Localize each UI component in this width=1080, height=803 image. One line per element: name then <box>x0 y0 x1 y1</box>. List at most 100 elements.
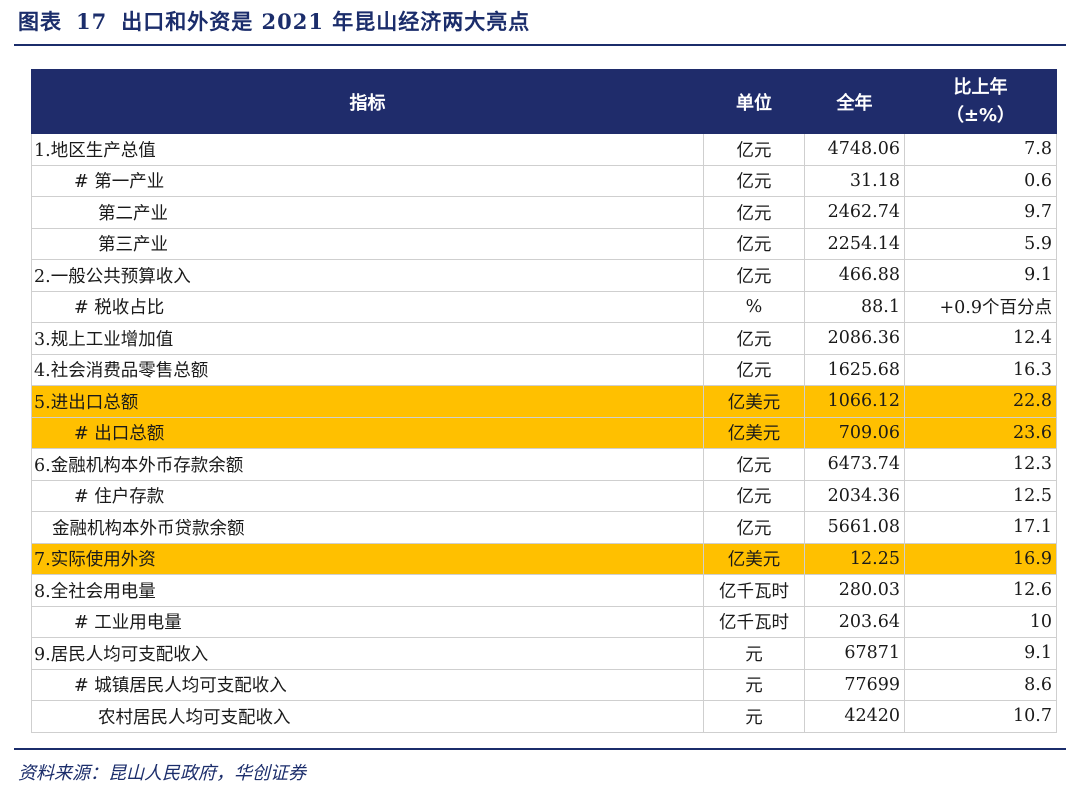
header-unit: 单位 <box>703 69 805 134</box>
row-value: 88.1 <box>804 290 905 323</box>
row-name: 7.实际使用外资 <box>31 542 704 575</box>
row-name: # 城镇居民人均可支配收入 <box>31 668 704 701</box>
row-unit: 亿元 <box>703 322 805 355</box>
header-change-line2: （±%） <box>945 104 1016 126</box>
header-year: 全年 <box>804 69 905 134</box>
table-row: 8.全社会用电量 亿千瓦时 280.03 12.6 <box>31 574 1057 607</box>
figure-label: 图表 <box>18 9 62 34</box>
table-row-highlighted: 7.实际使用外资 亿美元 12.25 16.9 <box>31 542 1057 575</box>
row-change: 8.6 <box>904 668 1057 701</box>
table-row: 9.居民人均可支配收入 元 67871 9.1 <box>31 637 1057 670</box>
row-name: 4.社会消费品零售总额 <box>31 353 704 386</box>
figure-number: 17 <box>76 9 108 34</box>
source-divider <box>14 748 1066 750</box>
row-value: 31.18 <box>804 164 905 197</box>
row-name: 第二产业 <box>31 196 704 229</box>
row-change: 9.7 <box>904 196 1057 229</box>
row-value: 2034.36 <box>804 479 905 512</box>
header-change: 比上年 （±%） <box>904 69 1057 134</box>
row-change: 10 <box>904 605 1057 638</box>
header-indicator: 指标 <box>31 69 704 134</box>
row-unit: 亿元 <box>703 196 805 229</box>
row-name: 6.金融机构本外币存款余额 <box>31 448 704 481</box>
row-unit: 亿元 <box>703 164 805 197</box>
table-row: # 税收占比 % 88.1 +0.9个百分点 <box>31 290 1057 323</box>
row-name: 农村居民人均可支配收入 <box>31 700 704 733</box>
table-row: # 住户存款 亿元 2034.36 12.5 <box>31 479 1057 512</box>
row-name: 9.居民人均可支配收入 <box>31 637 704 670</box>
figure-caption: 出口和外资是 2021 年昆山经济两大亮点 <box>121 9 531 34</box>
row-name: 3.规上工业增加值 <box>31 322 704 355</box>
row-name: # 住户存款 <box>31 479 704 512</box>
table-row: 第二产业 亿元 2462.74 9.7 <box>31 196 1057 229</box>
table-row: 农村居民人均可支配收入 元 42420 10.7 <box>31 700 1057 733</box>
table-row: # 第一产业 亿元 31.18 0.6 <box>31 164 1057 197</box>
row-unit: 亿美元 <box>703 542 805 575</box>
row-unit: % <box>703 290 805 323</box>
row-name: # 出口总额 <box>31 416 704 449</box>
table-row: 2.一般公共预算收入 亿元 466.88 9.1 <box>31 259 1057 292</box>
table-row: 3.规上工业增加值 亿元 2086.36 12.4 <box>31 322 1057 355</box>
row-unit: 元 <box>703 700 805 733</box>
table-row-highlighted: 5.进出口总额 亿美元 1066.12 22.8 <box>31 385 1057 418</box>
row-change: 17.1 <box>904 511 1057 544</box>
row-value: 77699 <box>804 668 905 701</box>
row-change: 9.1 <box>904 637 1057 670</box>
economic-indicators-table: 指标 单位 全年 比上年 （±%） 1.地区生产总值 亿元 4748.06 7.… <box>31 69 1057 733</box>
row-change: 23.6 <box>904 416 1057 449</box>
row-unit: 亿元 <box>703 133 805 166</box>
table-header-row: 指标 单位 全年 比上年 （±%） <box>31 69 1057 134</box>
row-name: 金融机构本外币贷款余额 <box>31 511 704 544</box>
row-change: 5.9 <box>904 227 1057 260</box>
title-divider <box>14 44 1066 46</box>
row-value: 1625.68 <box>804 353 905 386</box>
row-value: 2254.14 <box>804 227 905 260</box>
row-value: 2086.36 <box>804 322 905 355</box>
row-unit: 亿元 <box>703 448 805 481</box>
row-unit: 元 <box>703 668 805 701</box>
row-name: 8.全社会用电量 <box>31 574 704 607</box>
row-change: 22.8 <box>904 385 1057 418</box>
row-name: # 税收占比 <box>31 290 704 323</box>
row-value: 280.03 <box>804 574 905 607</box>
row-unit: 亿元 <box>703 259 805 292</box>
row-value: 709.06 <box>804 416 905 449</box>
row-unit: 亿千瓦时 <box>703 574 805 607</box>
table-row: # 工业用电量 亿千瓦时 203.64 10 <box>31 605 1057 638</box>
row-change: 7.8 <box>904 133 1057 166</box>
row-name: # 第一产业 <box>31 164 704 197</box>
row-name: 1.地区生产总值 <box>31 133 704 166</box>
table-row: 第三产业 亿元 2254.14 5.9 <box>31 227 1057 260</box>
row-change: 10.7 <box>904 700 1057 733</box>
row-change: 12.6 <box>904 574 1057 607</box>
row-value: 5661.08 <box>804 511 905 544</box>
row-value: 6473.74 <box>804 448 905 481</box>
row-unit: 亿美元 <box>703 385 805 418</box>
source-note: 资料来源：昆山人民政府，华创证券 <box>18 763 306 784</box>
row-change: 16.9 <box>904 542 1057 575</box>
row-value: 1066.12 <box>804 385 905 418</box>
row-change: 9.1 <box>904 259 1057 292</box>
row-name: 5.进出口总额 <box>31 385 704 418</box>
row-change: 12.3 <box>904 448 1057 481</box>
row-value: 2462.74 <box>804 196 905 229</box>
row-value: 466.88 <box>804 259 905 292</box>
row-unit: 元 <box>703 637 805 670</box>
row-change: 12.5 <box>904 479 1057 512</box>
table-row: 4.社会消费品零售总额 亿元 1625.68 16.3 <box>31 353 1057 386</box>
row-value: 12.25 <box>804 542 905 575</box>
row-value: 42420 <box>804 700 905 733</box>
row-unit: 亿元 <box>703 511 805 544</box>
row-unit: 亿美元 <box>703 416 805 449</box>
row-name: # 工业用电量 <box>31 605 704 638</box>
row-change: 0.6 <box>904 164 1057 197</box>
table-row: 金融机构本外币贷款余额 亿元 5661.08 17.1 <box>31 511 1057 544</box>
row-value: 203.64 <box>804 605 905 638</box>
row-name: 第三产业 <box>31 227 704 260</box>
table-row: 6.金融机构本外币存款余额 亿元 6473.74 12.3 <box>31 448 1057 481</box>
row-change: 16.3 <box>904 353 1057 386</box>
row-change: +0.9个百分点 <box>904 290 1057 323</box>
row-name: 2.一般公共预算收入 <box>31 259 704 292</box>
table-row: 1.地区生产总值 亿元 4748.06 7.8 <box>31 133 1057 166</box>
row-change: 12.4 <box>904 322 1057 355</box>
